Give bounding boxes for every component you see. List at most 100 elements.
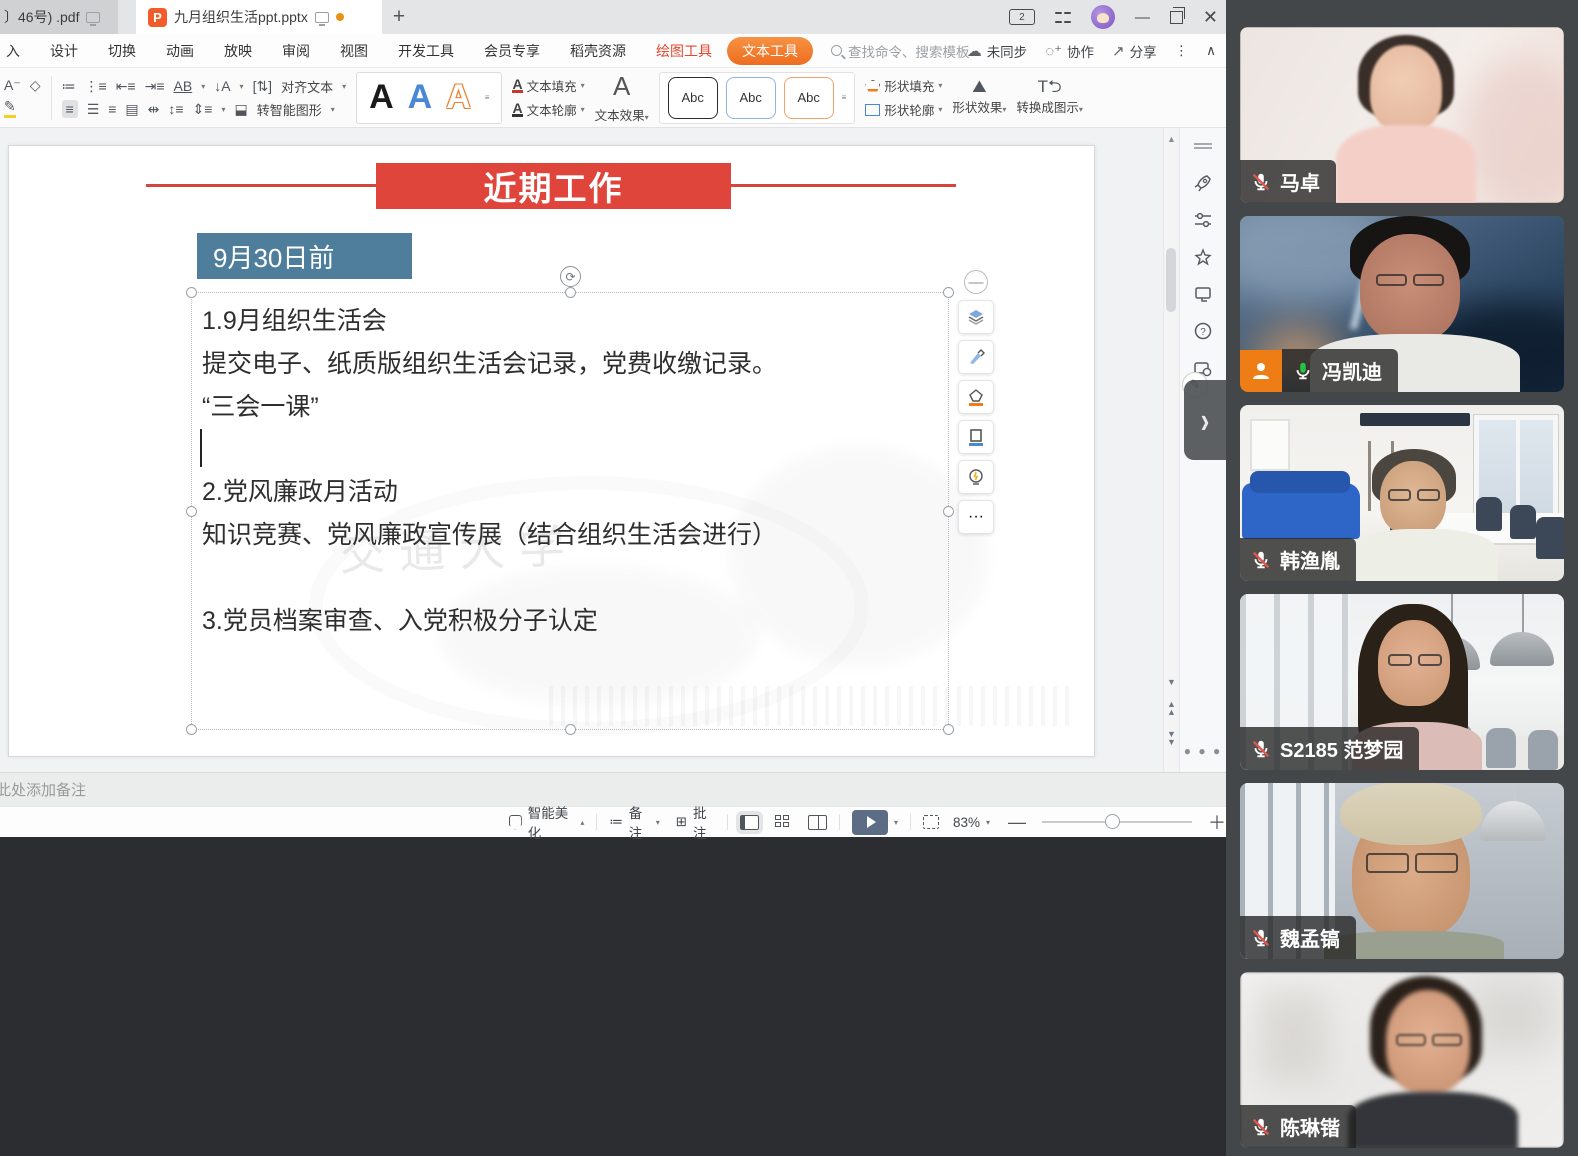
- para-spacing-icon[interactable]: ⇕≡: [193, 101, 213, 118]
- font-preset-outline[interactable]: A: [446, 78, 471, 117]
- line-spacing-icon[interactable]: ↕≡: [168, 101, 183, 117]
- collapse-toolbar-button[interactable]: —: [964, 270, 988, 294]
- meeting-panel-expand-button[interactable]: ›: [1184, 380, 1226, 460]
- resize-handle-e[interactable]: [943, 506, 954, 517]
- shape-effect-button[interactable]: ⛰ 形状效果▾: [952, 80, 1006, 116]
- justify-icon[interactable]: ▤: [125, 101, 138, 118]
- body-line[interactable]: 知识竞赛、党风廉政宣传展（结合组织生活会进行）: [202, 515, 777, 551]
- previous-slide-button[interactable]: ▲▲: [1166, 700, 1177, 716]
- zoom-dropdown[interactable]: ▾: [986, 818, 990, 827]
- menu-item-view[interactable]: 视图: [325, 41, 383, 61]
- resize-handle-sw[interactable]: [186, 724, 197, 735]
- numbered-list-icon[interactable]: ⋮≡: [85, 78, 107, 95]
- text-outline-button[interactable]: A文本轮廓▾: [512, 100, 584, 119]
- command-search[interactable]: 查找命令、搜索模板: [831, 41, 970, 61]
- sync-status-button[interactable]: ☁未同步: [967, 41, 1028, 61]
- settings-sliders-icon[interactable]: [1193, 210, 1213, 230]
- resize-handle-n[interactable]: [565, 287, 576, 298]
- notes-bar[interactable]: 此处添加备注: [0, 772, 1226, 806]
- menu-item-slideshow[interactable]: 放映: [209, 41, 267, 61]
- present-window-icon[interactable]: [1193, 284, 1213, 304]
- rotate-handle[interactable]: ⟳: [560, 266, 581, 287]
- comments-button[interactable]: ⊞ 批注: [676, 802, 716, 842]
- shape-fill-button[interactable]: 形状填充▾: [865, 76, 942, 95]
- menu-item-design[interactable]: 设计: [35, 41, 93, 61]
- normal-view-button[interactable]: [740, 815, 759, 830]
- distribute-icon[interactable]: ⇹: [148, 101, 160, 118]
- font-preset-blue[interactable]: A: [408, 78, 433, 117]
- video-tile-participant-5[interactable]: 魏孟镐: [1240, 783, 1564, 959]
- align-text-label[interactable]: 对齐文本: [281, 77, 333, 96]
- align-center-icon[interactable]: ☰: [87, 101, 100, 118]
- text-direction-icon[interactable]: ↓A: [214, 78, 230, 94]
- close-button[interactable]: ✕: [1203, 7, 1218, 28]
- body-line[interactable]: 1.9月组织生活会: [202, 301, 387, 337]
- font-preset-gallery[interactable]: A A A ≡: [356, 72, 502, 124]
- wordart-style-orange[interactable]: Abc: [784, 77, 834, 119]
- bullet-list-icon[interactable]: ≔: [62, 78, 76, 95]
- minimize-button[interactable]: —: [1135, 9, 1150, 26]
- video-tile-participant-4[interactable]: S2185 范梦园: [1240, 594, 1564, 770]
- wordart-style-gallery[interactable]: Abc Abc Abc ≡: [659, 72, 856, 124]
- workspace-grid-icon[interactable]: [1055, 9, 1071, 25]
- notes-toggle-button[interactable]: ≔ 备注 ▾: [609, 802, 659, 842]
- resize-handle-nw[interactable]: [186, 287, 197, 298]
- smart-graphic-label[interactable]: 转智能图形: [257, 100, 322, 119]
- video-tile-participant-6[interactable]: 陈琳锴: [1240, 972, 1564, 1148]
- zoom-out-button[interactable]: —: [1008, 812, 1026, 833]
- slide-title[interactable]: 近期工作: [376, 163, 731, 209]
- align-text-icon[interactable]: [⇅]: [253, 78, 273, 95]
- fit-slide-button[interactable]: [923, 815, 939, 829]
- menu-item-text-tools-active[interactable]: 文本工具: [727, 37, 813, 65]
- convert-to-diagram-button[interactable]: T⮌ 转换成图示▾: [1016, 80, 1083, 116]
- menu-item-transition[interactable]: 切换: [93, 41, 151, 61]
- zoom-percent[interactable]: 83%: [953, 815, 980, 830]
- align-right-icon[interactable]: ≡: [108, 101, 116, 117]
- restore-button[interactable]: [1170, 11, 1183, 24]
- more-tools-button[interactable]: ···: [958, 500, 994, 534]
- collaborate-button[interactable]: ◌⁺协作: [1045, 41, 1094, 61]
- menu-item-drawing-tools[interactable]: 绘图工具: [641, 41, 727, 61]
- collapse-ribbon-button[interactable]: ∧: [1206, 43, 1216, 59]
- wordart-style-blue[interactable]: Abc: [726, 77, 776, 119]
- format-brush-button[interactable]: [958, 340, 994, 374]
- video-tile-participant-1[interactable]: 马卓: [1240, 27, 1564, 203]
- help-icon[interactable]: ?: [1193, 321, 1213, 341]
- smart-graphic-icon[interactable]: ⬓: [234, 101, 247, 118]
- resize-handle-s[interactable]: [565, 724, 576, 735]
- shape-outline-quick-button[interactable]: [958, 420, 994, 454]
- scroll-up-arrow[interactable]: ▲: [1167, 134, 1176, 144]
- video-tile-participant-3[interactable]: 韩渔胤: [1240, 405, 1564, 581]
- body-line[interactable]: 3.党员档案审查、入党积极分子认定: [202, 601, 598, 637]
- panel-handle-icon[interactable]: [1193, 136, 1213, 156]
- zoom-slider[interactable]: [1042, 821, 1192, 823]
- eraser-icon[interactable]: ◇: [30, 77, 41, 94]
- menu-item-insert-partial[interactable]: 入: [0, 41, 35, 61]
- shape-outline-button[interactable]: 形状轮廓▾: [865, 100, 942, 119]
- increase-indent-icon[interactable]: ⇥≡: [145, 78, 165, 95]
- play-options-dropdown[interactable]: ▾: [894, 818, 898, 827]
- smart-suggest-button[interactable]: [958, 460, 994, 494]
- body-line[interactable]: “三会一课”: [202, 387, 319, 423]
- align-left-icon[interactable]: ≡: [62, 100, 78, 118]
- reading-view-button[interactable]: [808, 815, 827, 830]
- zoom-slider-knob[interactable]: [1105, 814, 1120, 829]
- menu-item-review[interactable]: 审阅: [267, 41, 325, 61]
- body-line[interactable]: 2.党风廉政月活动: [202, 472, 398, 508]
- slide-page[interactable]: 交通大学 近期工作 9月30日前 1.9月组织生活会 提交电子、纸质版组织生活会…: [8, 145, 1095, 757]
- shrink-font-icon[interactable]: A⁻: [4, 77, 21, 94]
- more-menu-button[interactable]: ⋮: [1175, 43, 1189, 59]
- smart-beautify-button[interactable]: 智能美化 ▴: [509, 802, 585, 842]
- menu-item-devtools[interactable]: 开发工具: [383, 41, 469, 61]
- font-preset-black[interactable]: A: [369, 78, 394, 117]
- gallery-more-icon[interactable]: ≡: [842, 93, 847, 102]
- gallery-more-icon[interactable]: ≡: [485, 93, 490, 102]
- selected-textbox[interactable]: 1.9月组织生活会 提交电子、纸质版组织生活会记录，党费收缴记录。 “三会一课”…: [191, 292, 949, 730]
- slide-sorter-view-button[interactable]: [775, 815, 792, 830]
- text-fill-button[interactable]: A文本填充▾: [512, 76, 584, 95]
- scroll-down-arrow[interactable]: ▼: [1166, 678, 1177, 686]
- scrollbar-thumb[interactable]: [1166, 248, 1176, 312]
- share-button[interactable]: ↗分享: [1112, 41, 1157, 61]
- tab-pdf-document[interactable]: 〕46号) .pdf: [0, 0, 118, 34]
- highlight-icon[interactable]: ✎: [4, 98, 16, 118]
